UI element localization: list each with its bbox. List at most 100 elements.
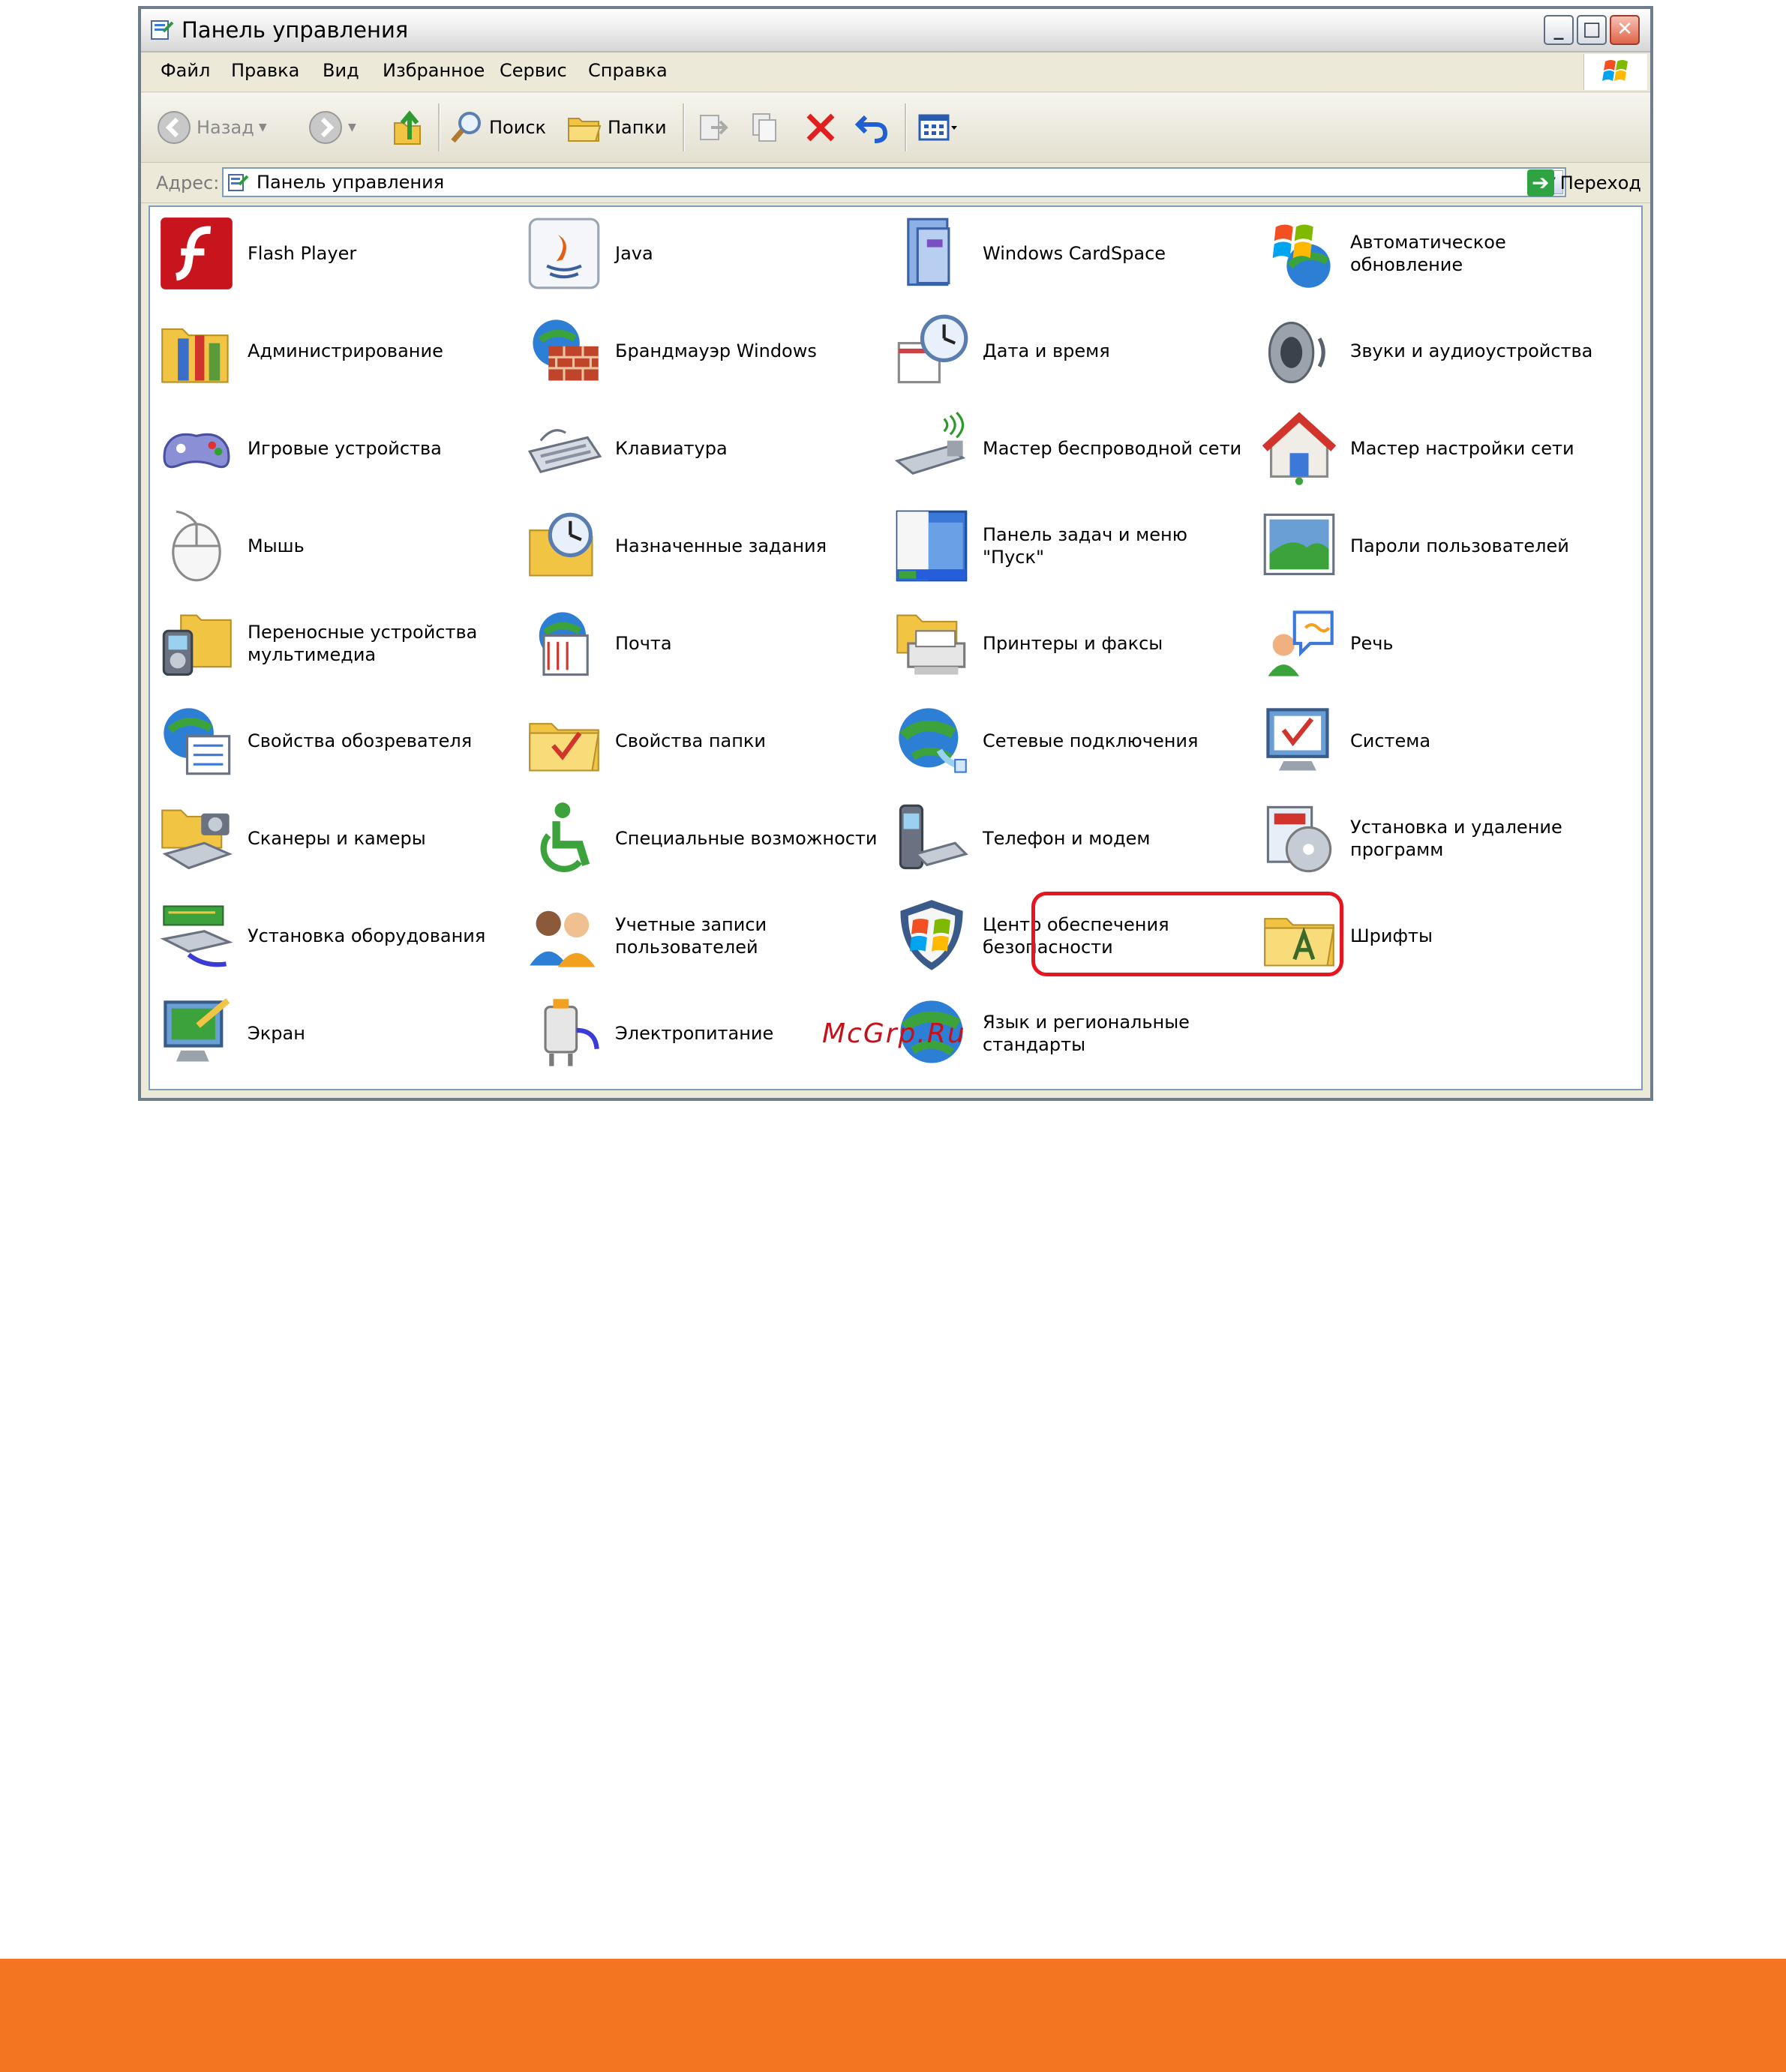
- control-panel-item[interactable]: Телефон и модем: [885, 792, 1253, 882]
- item-label: Свойства обозревателя: [248, 730, 473, 751]
- control-panel-item[interactable]: Брандмауэр Windows: [518, 304, 885, 394]
- control-panel-item[interactable]: Установка оборудования: [150, 889, 518, 979]
- scanner-camera-icon: [161, 809, 233, 870]
- control-panel-item[interactable]: Звуки и аудиоустройства: [1253, 304, 1620, 394]
- search-icon: [451, 112, 481, 143]
- control-panel-item[interactable]: Панель задач и меню "Пуск": [885, 499, 1253, 589]
- up-button[interactable]: [389, 108, 425, 147]
- back-dropdown-icon[interactable]: ▼: [259, 121, 267, 133]
- control-panel-item[interactable]: Сетевые подключения: [885, 694, 1253, 784]
- clock-icon: [897, 314, 968, 384]
- taskbar-icon: [896, 510, 968, 582]
- undo-button[interactable]: [852, 108, 891, 147]
- item-label: Администрирование: [248, 340, 443, 361]
- control-panel-item[interactable]: Мастер беспроводной сети: [885, 402, 1253, 492]
- title-bar[interactable]: Панель управления _ □ ✕: [141, 9, 1650, 52]
- control-panel-item[interactable]: Мышь: [150, 499, 518, 589]
- admin-tools-icon: [161, 328, 229, 383]
- control-panel-item[interactable]: Учетные записи пользователей: [518, 889, 885, 979]
- control-panel-item[interactable]: Специальные возможности: [518, 792, 885, 882]
- firewall-icon: [533, 319, 599, 381]
- folders-button[interactable]: Папки: [566, 108, 667, 147]
- back-arrow-icon: [158, 111, 191, 144]
- item-label: Телефон и модем: [983, 828, 1151, 849]
- item-label: Назначенные задания: [615, 535, 827, 556]
- item-label: Панель задач и меню "Пуск": [983, 524, 1187, 568]
- item-label: Flash Player: [248, 243, 357, 264]
- item-label: Звуки и аудиоустройства: [1350, 340, 1593, 361]
- java-icon: [528, 217, 600, 289]
- control-panel-item[interactable]: Администрирование: [150, 304, 518, 394]
- maximize-button[interactable]: □: [1577, 15, 1607, 45]
- control-panel-item[interactable]: Игровые устройства: [150, 402, 518, 492]
- control-panel-icon: [151, 20, 174, 40]
- folders-icon: [568, 118, 602, 142]
- address-value: Панель управления: [257, 172, 445, 193]
- item-label: Игровые устройства: [248, 438, 442, 459]
- toolbar-separator: [905, 103, 907, 151]
- control-panel-item[interactable]: Пароли пользователей: [1253, 499, 1620, 589]
- system-icon: [1266, 708, 1329, 771]
- item-label: Система: [1350, 730, 1431, 751]
- control-panel-item[interactable]: Windows CardSpace: [885, 207, 1253, 297]
- control-panel-item[interactable]: Свойства обозревателя: [150, 694, 518, 784]
- control-panel-item[interactable]: Экран: [150, 987, 518, 1077]
- item-label: Речь: [1350, 633, 1394, 654]
- go-button[interactable]: ➔ Переход: [1526, 168, 1641, 198]
- search-button[interactable]: Поиск: [449, 108, 546, 147]
- item-label: Дата и время: [983, 340, 1110, 361]
- wireless-icon: [894, 412, 966, 475]
- gamepad-icon: [163, 433, 230, 469]
- views-button[interactable]: [917, 108, 959, 147]
- control-panel-item[interactable]: Дата и время: [885, 304, 1253, 394]
- window-title: Панель управления: [182, 17, 409, 43]
- close-button[interactable]: ✕: [1610, 15, 1640, 45]
- control-panel-item[interactable]: Переносные устройства мультимедиа: [150, 597, 518, 687]
- copy-to-button[interactable]: [749, 108, 785, 147]
- menu-edit[interactable]: Правка: [231, 60, 299, 81]
- menu-file[interactable]: Файл: [161, 60, 210, 81]
- menu-view[interactable]: Вид: [323, 60, 359, 81]
- item-label: Мышь: [248, 535, 305, 556]
- control-panel-item[interactable]: Автоматическое обновление: [1253, 207, 1620, 297]
- home-network-icon: [1262, 412, 1337, 485]
- undo-icon: [854, 115, 888, 143]
- back-button[interactable]: Назад ▼: [156, 108, 267, 147]
- item-label: Учетные записи пользователей: [615, 914, 767, 958]
- add-remove-programs-icon: [1266, 805, 1332, 873]
- control-panel-item[interactable]: Клавиатура: [518, 402, 885, 492]
- forward-dropdown-icon[interactable]: ▼: [348, 121, 356, 133]
- cardspace-icon: [907, 217, 950, 286]
- item-label: Шрифты: [1350, 925, 1433, 946]
- address-bar: Адрес: Панель управления ▼ ➔ Переход: [141, 163, 1650, 203]
- item-label: Пароли пользователей: [1350, 535, 1569, 556]
- control-panel-item[interactable]: Сканеры и камеры: [150, 792, 518, 882]
- menu-tools[interactable]: Сервис: [500, 60, 567, 81]
- control-panel-item[interactable]: Принтеры и факсы: [885, 597, 1253, 687]
- control-panel-item[interactable]: Система: [1253, 694, 1620, 784]
- address-label: Адрес:: [156, 172, 220, 193]
- move-to-button[interactable]: [695, 108, 731, 147]
- control-panel-item[interactable]: Свойства папки: [518, 694, 885, 784]
- control-panel-item[interactable]: Речь: [1253, 597, 1620, 687]
- menu-favorites[interactable]: Избранное: [383, 60, 485, 81]
- watermark: McGrp.Ru: [822, 1018, 966, 1049]
- address-input[interactable]: Панель управления ▼: [222, 167, 1566, 197]
- control-panel-item[interactable]: Почта: [518, 597, 885, 687]
- folders-label: Папки: [608, 117, 667, 138]
- item-label: Брандмауэр Windows: [615, 340, 817, 361]
- item-label: Клавиатура: [615, 438, 728, 459]
- speech-icon: [1268, 610, 1334, 676]
- menu-help[interactable]: Справка: [588, 60, 668, 81]
- control-panel-item[interactable]: Установка и удаление программ: [1253, 792, 1620, 882]
- control-panel-item[interactable]: Java: [518, 207, 885, 297]
- delete-button[interactable]: [803, 108, 839, 147]
- control-panel-item[interactable]: Мастер настройки сети: [1253, 402, 1620, 492]
- control-panel-item[interactable]: Назначенные задания: [518, 499, 885, 589]
- folder-up-icon: [394, 110, 421, 145]
- forward-button[interactable]: ▼: [308, 108, 356, 147]
- minimize-button[interactable]: _: [1544, 15, 1574, 45]
- control-panel-item[interactable]: Flash Player: [150, 207, 518, 297]
- folder-options-icon: [529, 723, 599, 772]
- go-arrow-icon: ➔: [1526, 169, 1554, 196]
